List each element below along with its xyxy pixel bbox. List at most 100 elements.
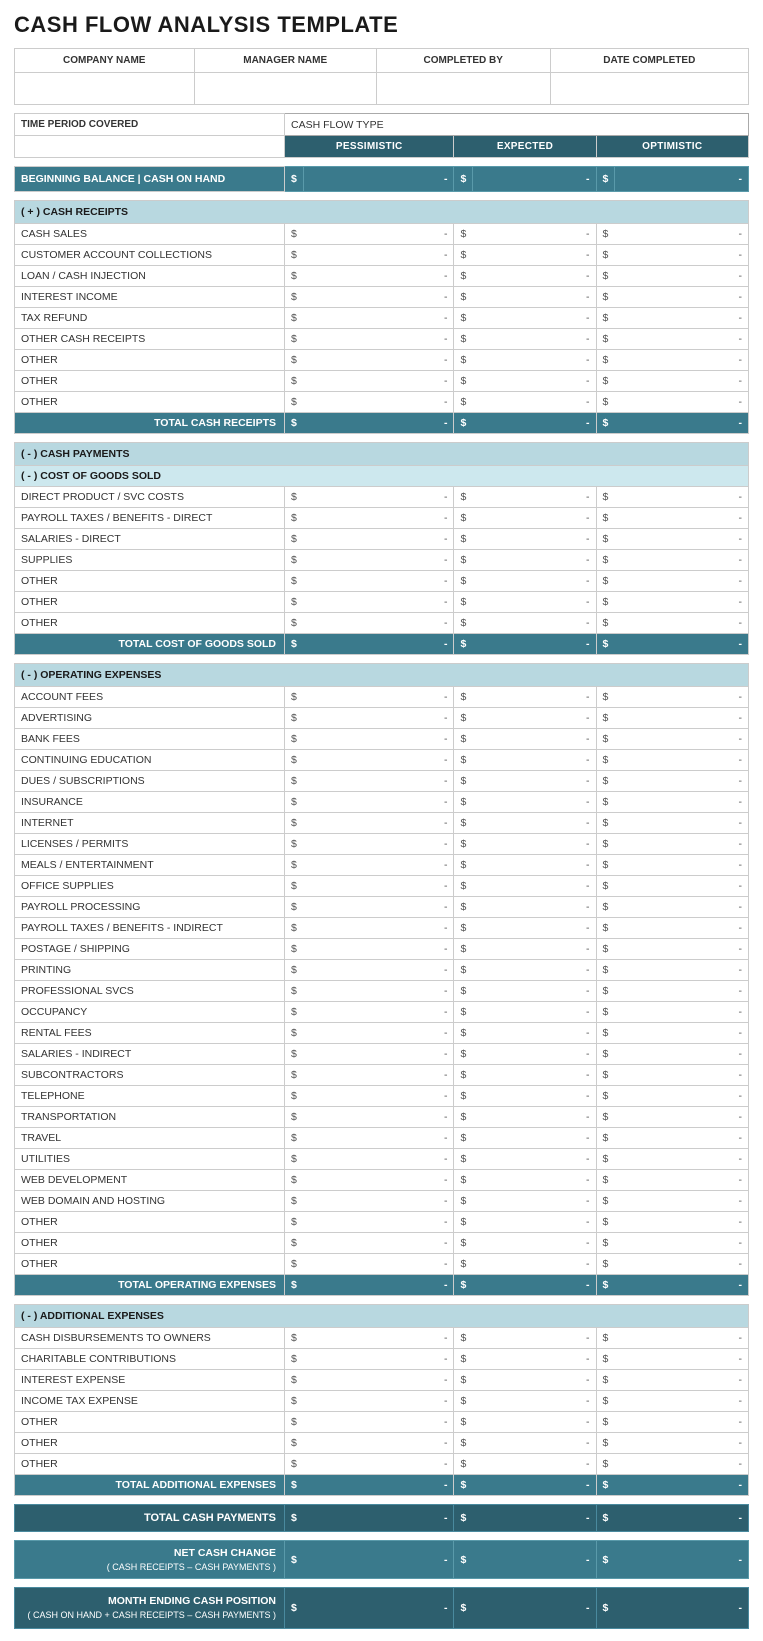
- info-table: COMPANY NAME MANAGER NAME COMPLETED BY D…: [14, 48, 749, 105]
- company-name-header: COMPANY NAME: [15, 49, 195, 73]
- list-item: LOAN / CASH INJECTION$-$-$-: [15, 266, 749, 287]
- item-label: CUSTOMER ACCOUNT COLLECTIONS: [15, 245, 285, 266]
- bb-val-2[interactable]: -: [473, 167, 596, 192]
- list-item: MEALS / ENTERTAINMENT$-$-$-: [15, 855, 749, 876]
- item-label: PAYROLL TAXES / BENEFITS - INDIRECT: [15, 918, 285, 939]
- item-label: OTHER: [15, 1212, 285, 1233]
- list-item: SUBCONTRACTORS$-$-$-: [15, 1065, 749, 1086]
- pessimistic-header: PESSIMISTIC: [285, 136, 454, 158]
- list-item: UTILITIES$-$-$-: [15, 1149, 749, 1170]
- item-label: WEB DOMAIN AND HOSTING: [15, 1191, 285, 1212]
- item-label: OCCUPANCY: [15, 1002, 285, 1023]
- manager-name-header: MANAGER NAME: [194, 49, 376, 73]
- item-label: INTERNET: [15, 813, 285, 834]
- item-label: PROFESSIONAL SVCS: [15, 981, 285, 1002]
- list-item: SALARIES - INDIRECT$-$-$-: [15, 1044, 749, 1065]
- list-item: OTHER$-$-$-: [15, 392, 749, 413]
- list-item: TAX REFUND$-$-$-: [15, 308, 749, 329]
- cash-flow-type-label: CASH FLOW TYPE: [285, 114, 749, 136]
- item-label: MEALS / ENTERTAINMENT: [15, 855, 285, 876]
- list-item: INTERNET$-$-$-: [15, 813, 749, 834]
- total-cash-receipts-label: TOTAL CASH RECEIPTS: [15, 413, 285, 434]
- list-item: OCCUPANCY$-$-$-: [15, 1002, 749, 1023]
- total-cash-payments-label: TOTAL CASH PAYMENTS: [15, 1505, 285, 1532]
- manager-name-input[interactable]: [194, 73, 376, 105]
- item-label: CASH SALES: [15, 224, 285, 245]
- list-item: BANK FEES$-$-$-: [15, 729, 749, 750]
- info-header-row: COMPANY NAME MANAGER NAME COMPLETED BY D…: [15, 49, 749, 73]
- list-item: OTHER CASH RECEIPTS$-$-$-: [15, 329, 749, 350]
- item-label: POSTAGE / SHIPPING: [15, 939, 285, 960]
- list-item: OTHER$-$-$-: [15, 1412, 749, 1433]
- completed-by-header: COMPLETED BY: [376, 49, 550, 73]
- date-completed-header: DATE COMPLETED: [550, 49, 748, 73]
- list-item: LICENSES / PERMITS$-$-$-: [15, 834, 749, 855]
- list-item: PAYROLL TAXES / BENEFITS - INDIRECT$-$-$…: [15, 918, 749, 939]
- cash-flow-type-row: TIME PERIOD COVERED CASH FLOW TYPE: [15, 114, 749, 136]
- list-item: OTHER$-$-$-: [15, 1233, 749, 1254]
- column-headers-row: PESSIMISTIC EXPECTED OPTIMISTIC: [15, 136, 749, 158]
- list-item: ACCOUNT FEES$-$-$-: [15, 687, 749, 708]
- list-item: OFFICE SUPPLIES$-$-$-: [15, 876, 749, 897]
- item-label: PRINTING: [15, 960, 285, 981]
- list-item: SUPPLIES$-$-$-: [15, 550, 749, 571]
- item-label: SALARIES - INDIRECT: [15, 1044, 285, 1065]
- list-item: CHARITABLE CONTRIBUTIONS$-$-$-: [15, 1349, 749, 1370]
- list-item: CONTINUING EDUCATION$-$-$-: [15, 750, 749, 771]
- list-item: DUES / SUBSCRIPTIONS$-$-$-: [15, 771, 749, 792]
- bb-dollar-1: $: [285, 167, 304, 192]
- cogs-header-row: ( - ) COST OF GOODS SOLD: [15, 466, 749, 487]
- item-label: TRAVEL: [15, 1128, 285, 1149]
- bb-dollar-3: $: [596, 167, 615, 192]
- list-item: ADVERTISING$-$-$-: [15, 708, 749, 729]
- list-item: OTHER$-$-$-: [15, 1254, 749, 1275]
- additional-expenses-label: ( - ) ADDITIONAL EXPENSES: [15, 1305, 749, 1328]
- list-item: RENTAL FEES$-$-$-: [15, 1023, 749, 1044]
- item-label: INTEREST INCOME: [15, 287, 285, 308]
- list-item: PAYROLL PROCESSING$-$-$-: [15, 897, 749, 918]
- item-label: CONTINUING EDUCATION: [15, 750, 285, 771]
- total-additional-label: TOTAL ADDITIONAL EXPENSES: [15, 1475, 285, 1496]
- list-item: OTHER$-$-$-: [15, 613, 749, 634]
- list-item: INTEREST EXPENSE$-$-$-: [15, 1370, 749, 1391]
- item-label: LOAN / CASH INJECTION: [15, 266, 285, 287]
- item-label: RENTAL FEES: [15, 1023, 285, 1044]
- operating-expenses-label: ( - ) OPERATING EXPENSES: [15, 664, 749, 687]
- item-label: OTHER: [15, 571, 285, 592]
- total-operating-label: TOTAL OPERATING EXPENSES: [15, 1275, 285, 1296]
- list-item: TRAVEL$-$-$-: [15, 1128, 749, 1149]
- company-name-input[interactable]: [15, 73, 195, 105]
- item-label: BANK FEES: [15, 729, 285, 750]
- list-item: POSTAGE / SHIPPING$-$-$-: [15, 939, 749, 960]
- bb-val-1[interactable]: -: [303, 167, 454, 192]
- list-item: TRANSPORTATION$-$-$-: [15, 1107, 749, 1128]
- item-label: CASH DISBURSEMENTS TO OWNERS: [15, 1328, 285, 1349]
- item-label: LICENSES / PERMITS: [15, 834, 285, 855]
- item-label: SALARIES - DIRECT: [15, 529, 285, 550]
- total-additional-expenses-row: TOTAL ADDITIONAL EXPENSES $ - $ - $ -: [15, 1475, 749, 1496]
- list-item: PROFESSIONAL SVCS$-$-$-: [15, 981, 749, 1002]
- bb-val-3[interactable]: -: [615, 167, 749, 192]
- cash-payments-header-row: ( - ) CASH PAYMENTS: [15, 443, 749, 466]
- list-item: INTEREST INCOME$-$-$-: [15, 287, 749, 308]
- cash-receipts-label: ( + ) CASH RECEIPTS: [15, 201, 749, 224]
- item-label: ADVERTISING: [15, 708, 285, 729]
- item-label: OTHER: [15, 371, 285, 392]
- list-item: OTHER$-$-$-: [15, 1454, 749, 1475]
- item-label: OTHER: [15, 1433, 285, 1454]
- item-label: TAX REFUND: [15, 308, 285, 329]
- item-label: PAYROLL PROCESSING: [15, 897, 285, 918]
- list-item: DIRECT PRODUCT / SVC COSTS$-$-$-: [15, 487, 749, 508]
- beginning-balance-row: BEGINNING BALANCE | CASH ON HAND $ - $ -…: [15, 167, 749, 192]
- item-label: WEB DEVELOPMENT: [15, 1170, 285, 1191]
- item-label: OTHER: [15, 1254, 285, 1275]
- beginning-balance-label: BEGINNING BALANCE | CASH ON HAND: [15, 167, 285, 192]
- date-completed-input[interactable]: [550, 73, 748, 105]
- month-ending-label1: MONTH ENDING CASH POSITION: [23, 1594, 276, 1609]
- list-item: OTHER$-$-$-: [15, 371, 749, 392]
- cash-receipts-header-row: ( + ) CASH RECEIPTS: [15, 201, 749, 224]
- item-label: INTEREST EXPENSE: [15, 1370, 285, 1391]
- completed-by-input[interactable]: [376, 73, 550, 105]
- expected-header: EXPECTED: [454, 136, 596, 158]
- optimistic-header: OPTIMISTIC: [596, 136, 748, 158]
